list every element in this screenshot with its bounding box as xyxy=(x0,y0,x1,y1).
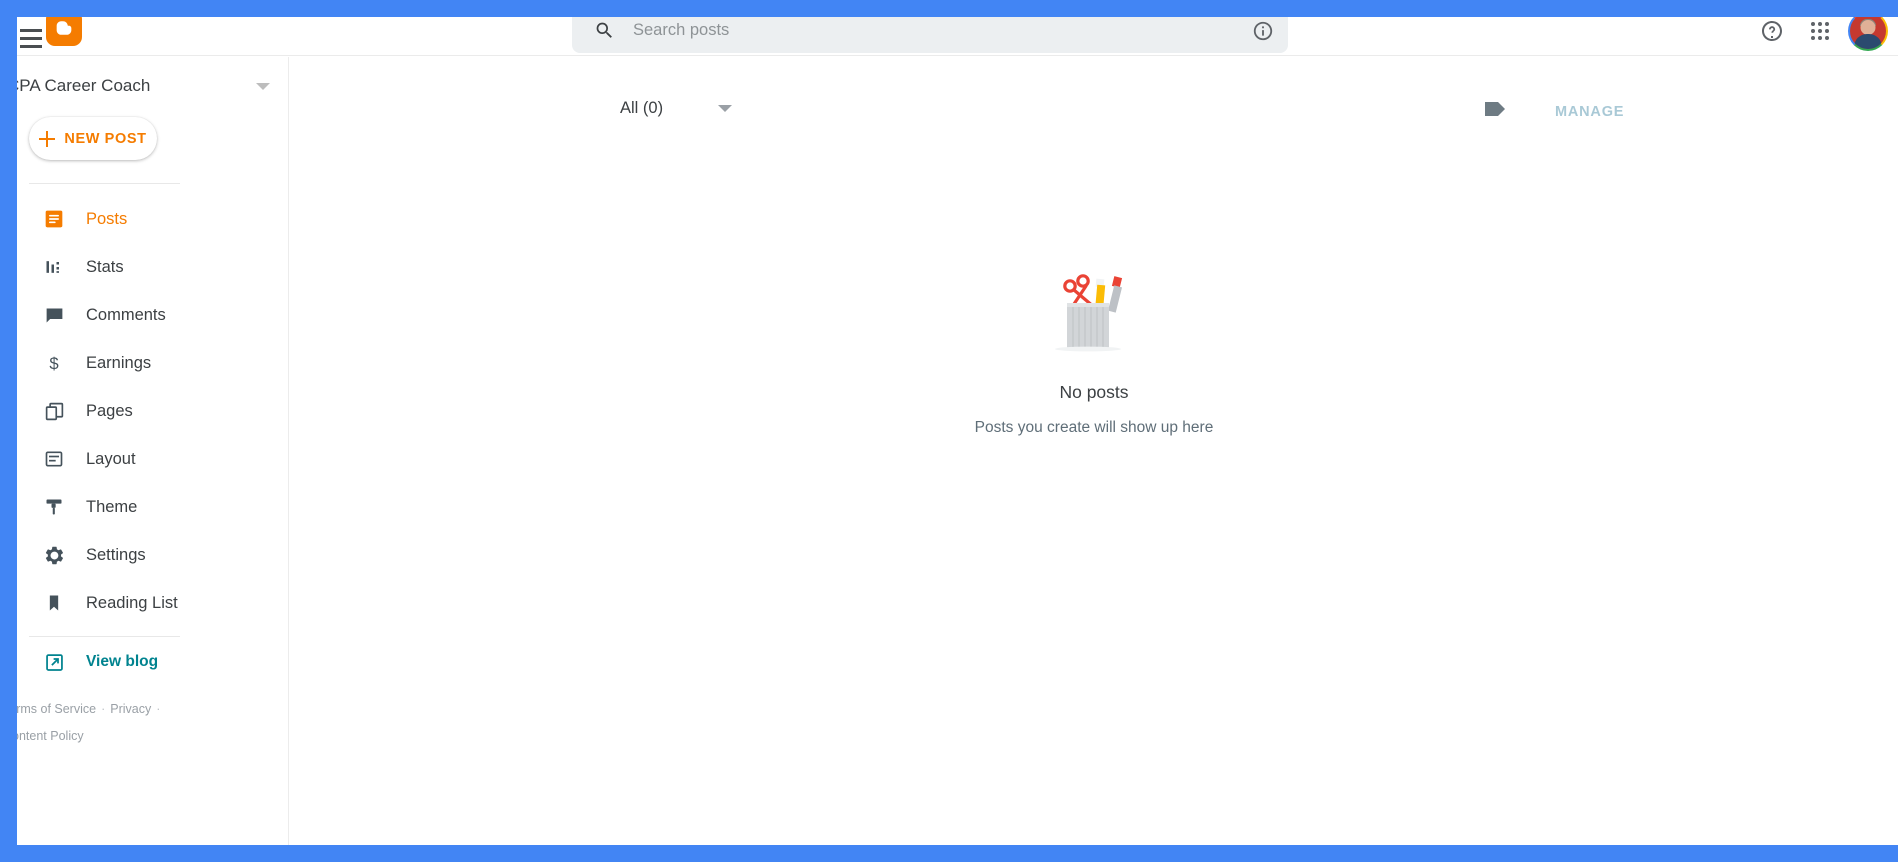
sidebar-item-label: Posts xyxy=(86,210,127,229)
post-filter-label: All (0) xyxy=(620,99,663,118)
avatar-face xyxy=(1861,20,1876,35)
sidebar-item-theme[interactable]: Theme xyxy=(17,483,288,531)
search-input[interactable] xyxy=(633,21,1252,40)
hamburger-line xyxy=(20,37,42,40)
external-link-icon xyxy=(43,651,65,673)
comment-bubble-icon xyxy=(43,304,65,326)
view-blog-label: View blog xyxy=(86,653,158,671)
gear-icon xyxy=(43,544,65,566)
sidebar-item-posts[interactable]: Posts xyxy=(17,195,288,243)
user-avatar[interactable] xyxy=(1848,17,1888,51)
sidebar-item-label: Reading List xyxy=(86,594,178,613)
posts-toolbar: All (0) MANAGE xyxy=(290,57,1898,129)
sidebar-item-pages[interactable]: Pages xyxy=(17,387,288,435)
header-actions xyxy=(1748,17,1890,53)
view-blog-link[interactable]: View blog xyxy=(17,637,288,687)
hamburger-line xyxy=(20,29,42,32)
blogger-logo-icon[interactable] xyxy=(46,17,82,46)
help-circle-icon[interactable] xyxy=(1748,17,1796,53)
pencil-cup-illustration xyxy=(1034,263,1154,355)
blogger-app-page: CPA Career Coach NEW POST Posts xyxy=(17,17,1898,845)
blog-title: CPA Career Coach xyxy=(17,76,256,96)
sidebar-nav: Posts Stats xyxy=(17,195,288,627)
new-post-button[interactable]: NEW POST xyxy=(29,117,157,160)
posts-icon xyxy=(43,208,65,230)
avatar-photo xyxy=(1850,17,1886,49)
new-post-label: NEW POST xyxy=(64,131,146,147)
empty-state-subtitle: Posts you create will show up here xyxy=(975,419,1214,437)
sidebar-item-layout[interactable]: Layout xyxy=(17,435,288,483)
search-bar[interactable] xyxy=(572,17,1288,53)
app-header xyxy=(17,17,1898,56)
sidebar-item-reading-list[interactable]: Reading List xyxy=(17,579,288,627)
post-filter-dropdown[interactable]: All (0) xyxy=(620,99,732,118)
legal-separator: · xyxy=(156,702,160,716)
blog-selector[interactable]: CPA Career Coach xyxy=(17,57,288,115)
terms-of-service-link[interactable]: Terms of Service xyxy=(17,702,96,716)
sidebar-item-comments[interactable]: Comments xyxy=(17,291,288,339)
avatar-body xyxy=(1854,34,1882,49)
sidebar-item-label: Layout xyxy=(86,450,136,469)
empty-state-title: No posts xyxy=(1059,382,1128,403)
sidebar-divider-top xyxy=(29,183,180,184)
chevron-down-icon xyxy=(718,105,732,112)
sidebar-item-label: Stats xyxy=(86,258,124,277)
manage-label[interactable]: MANAGE xyxy=(1555,104,1624,120)
pages-copy-icon xyxy=(43,400,65,422)
sidebar-item-label: Settings xyxy=(86,546,146,565)
theme-brush-icon xyxy=(43,496,65,518)
plus-icon xyxy=(39,131,55,147)
label-tag-icon[interactable] xyxy=(1483,99,1509,124)
chevron-down-icon xyxy=(256,83,270,90)
sidebar-item-label: Comments xyxy=(86,306,166,325)
sidebar-item-label: Theme xyxy=(86,498,137,517)
svg-text:$: $ xyxy=(49,354,58,373)
sidebar-item-label: Earnings xyxy=(86,354,151,373)
labels-manage-control[interactable]: MANAGE xyxy=(1483,99,1624,124)
sidebar-item-earnings[interactable]: $ Earnings xyxy=(17,339,288,387)
bookmark-icon xyxy=(43,592,65,614)
stats-bars-icon xyxy=(43,256,65,278)
apps-grid-icon[interactable] xyxy=(1796,17,1844,53)
search-icon xyxy=(594,20,615,41)
layout-icon xyxy=(43,448,65,470)
browser-focus-frame: CPA Career Coach NEW POST Posts xyxy=(0,0,1898,862)
apps-grid-dots xyxy=(1811,22,1829,40)
hamburger-line xyxy=(20,45,42,48)
info-circle-icon[interactable] xyxy=(1252,20,1274,42)
legal-separator: · xyxy=(101,702,105,716)
sidebar: CPA Career Coach NEW POST Posts xyxy=(17,57,289,845)
sidebar-item-stats[interactable]: Stats xyxy=(17,243,288,291)
content-policy-link[interactable]: Content Policy xyxy=(17,729,84,743)
empty-state: No posts Posts you create will show up h… xyxy=(290,263,1898,437)
dollar-sign-icon: $ xyxy=(43,352,65,374)
sidebar-item-settings[interactable]: Settings xyxy=(17,531,288,579)
sidebar-item-label: Pages xyxy=(86,402,133,421)
main-content: All (0) MANAGE xyxy=(290,57,1898,845)
privacy-link[interactable]: Privacy xyxy=(110,702,151,716)
legal-links: Terms of Service · Privacy · Content Policy xyxy=(17,696,288,750)
